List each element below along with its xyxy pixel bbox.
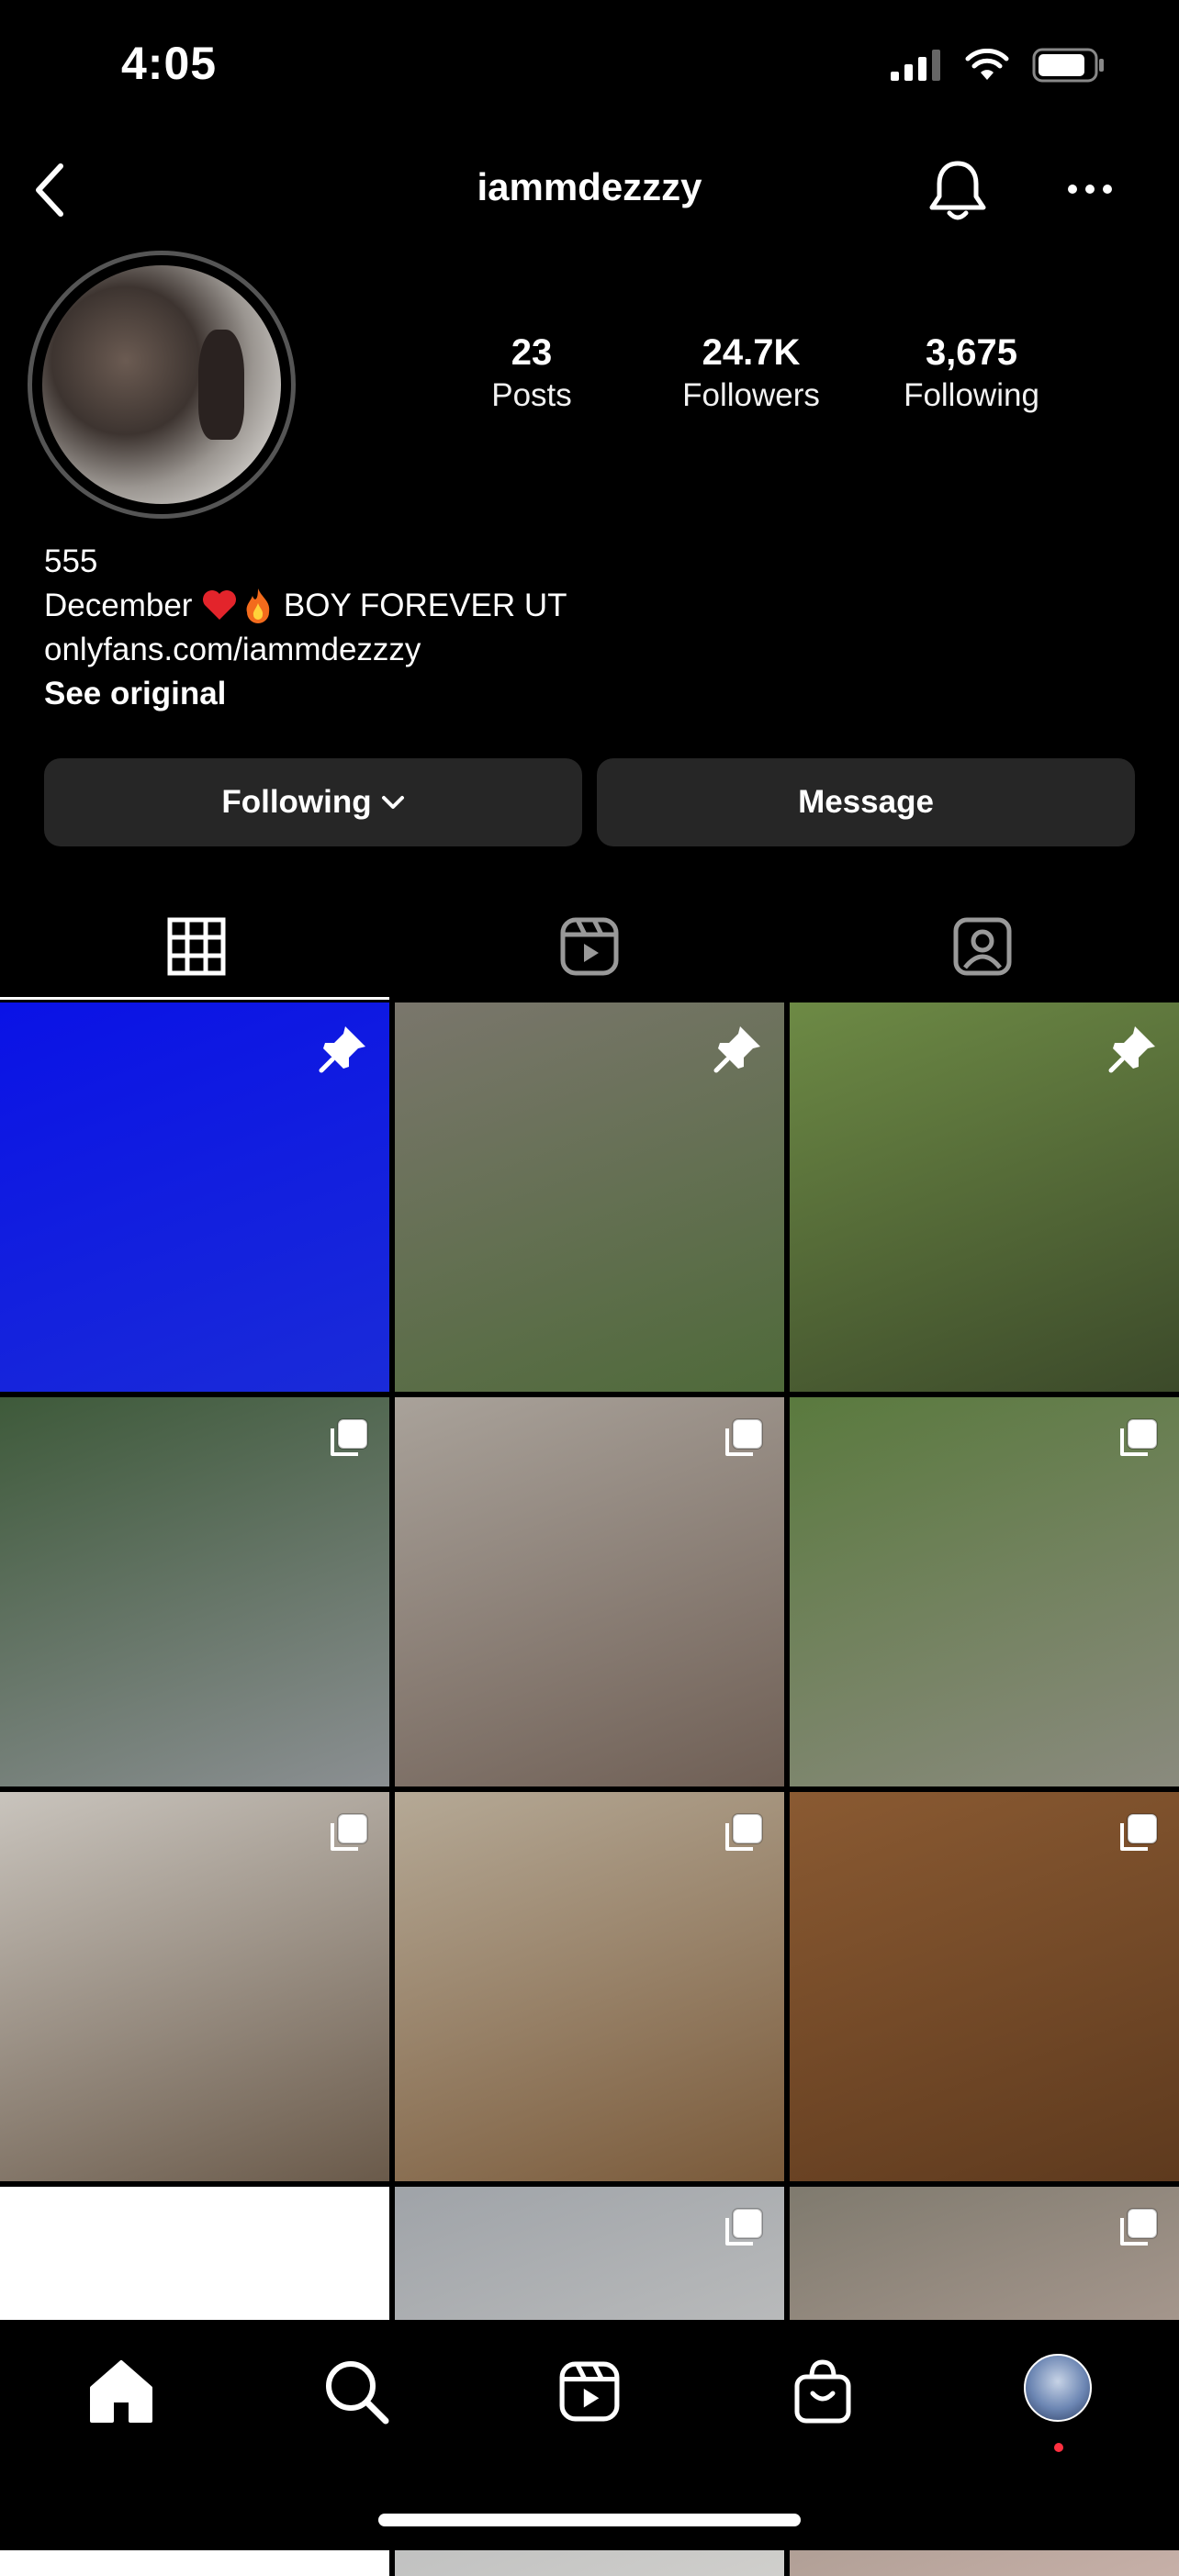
message-button-label: Message: [798, 784, 934, 820]
profile-username: iammdezzzy: [477, 165, 702, 208]
carousel-icon: [1120, 1418, 1158, 1456]
following-button-label: Following: [221, 784, 372, 820]
following-count: 3,675: [925, 332, 1018, 373]
pin-icon: [713, 1026, 760, 1073]
pin-icon-badge: [318, 1023, 369, 1079]
reels-icon: [559, 2361, 620, 2422]
grid-icon: [167, 917, 226, 976]
display-name: 555: [44, 543, 98, 579]
pin-icon-badge: [1107, 1023, 1159, 1079]
carousel-icon-badge: [722, 2207, 764, 2254]
pin-icon-badge: [713, 1023, 764, 1079]
stat-posts[interactable]: 23 Posts: [431, 332, 633, 414]
bio-section: 555 December BOY FOREVER UT onlyfans.com…: [44, 540, 567, 716]
nav-shop[interactable]: [786, 2355, 859, 2428]
carousel-icon: [1120, 1813, 1158, 1851]
bio-text-part-2: BOY FOREVER UT: [275, 588, 567, 623]
search-icon: [326, 2361, 389, 2425]
following-label: Following: [904, 377, 1039, 413]
status-time: 4:05: [121, 38, 218, 89]
carousel-icon-badge: [1117, 2207, 1159, 2254]
carousel-icon: [331, 1813, 368, 1851]
tab-reels[interactable]: [393, 892, 786, 1001]
carousel-icon: [725, 1813, 763, 1851]
stat-following[interactable]: 3,675 Following: [870, 332, 1072, 414]
home-icon: [90, 2360, 152, 2423]
nav-search[interactable]: [320, 2355, 393, 2428]
post-thumbnail[interactable]: [790, 1002, 1179, 1392]
tab-tagged[interactable]: [786, 892, 1179, 1001]
bio-text: December BOY FOREVER UT: [44, 584, 567, 628]
profile-avatar-icon: [1024, 2354, 1092, 2422]
carousel-icon-badge: [327, 1812, 369, 1859]
carousel-icon: [1120, 2208, 1158, 2246]
bio-link[interactable]: onlyfans.com/iammdezzzy: [44, 628, 567, 672]
notification-dot: [1054, 2443, 1063, 2452]
pin-icon: [1108, 1026, 1155, 1073]
carousel-icon-badge: [1117, 1417, 1159, 1464]
following-button[interactable]: Following: [44, 758, 582, 846]
avatar-image: [42, 265, 281, 504]
carousel-icon-badge: [722, 1812, 764, 1859]
posts-label: Posts: [491, 377, 572, 413]
carousel-icon: [725, 1418, 763, 1456]
fire-emoji-icon: [246, 588, 270, 623]
followers-count: 24.7K: [702, 332, 801, 373]
carousel-icon-badge: [722, 1417, 764, 1464]
tab-indicator: [0, 997, 389, 1000]
message-button[interactable]: Message: [597, 758, 1135, 846]
post-thumbnail[interactable]: [395, 1397, 784, 1786]
post-thumbnail[interactable]: [0, 1792, 389, 2181]
battery-icon: [1032, 48, 1104, 83]
wifi-icon: [965, 49, 1009, 80]
carousel-icon: [331, 1418, 368, 1456]
bio-text-part-1: December: [44, 588, 202, 623]
post-thumbnail[interactable]: [0, 1397, 389, 1786]
bell-icon[interactable]: [927, 158, 988, 222]
pin-icon: [319, 1026, 365, 1073]
tagged-icon: [953, 917, 1012, 976]
home-indicator: [378, 2514, 801, 2526]
status-icons: [891, 48, 1106, 83]
post-thumbnail[interactable]: [395, 1792, 784, 2181]
carousel-icon-badge: [1117, 1812, 1159, 1859]
followers-label: Followers: [682, 377, 820, 413]
see-original-link[interactable]: See original: [44, 672, 567, 716]
carousel-icon-badge: [327, 1417, 369, 1464]
profile-avatar[interactable]: [28, 251, 296, 519]
post-thumbnail[interactable]: [0, 1002, 389, 1392]
carousel-icon: [725, 2208, 763, 2246]
more-options-icon[interactable]: [1067, 180, 1113, 198]
signal-icon: [891, 50, 940, 81]
post-thumbnail[interactable]: [395, 1002, 784, 1392]
reels-icon: [560, 917, 619, 976]
stat-followers[interactable]: 24.7K Followers: [650, 332, 852, 414]
tab-grid[interactable]: [0, 892, 393, 1001]
nav-profile[interactable]: [1021, 2351, 1095, 2425]
post-thumbnail[interactable]: [790, 1792, 1179, 2181]
shop-icon: [794, 2359, 851, 2424]
post-thumbnail[interactable]: [790, 1397, 1179, 1786]
heart-emoji-icon: [203, 590, 237, 620]
posts-count: 23: [511, 332, 553, 373]
nav-home[interactable]: [84, 2355, 158, 2428]
chevron-down-icon: [381, 796, 404, 809]
nav-reels[interactable]: [553, 2355, 626, 2428]
